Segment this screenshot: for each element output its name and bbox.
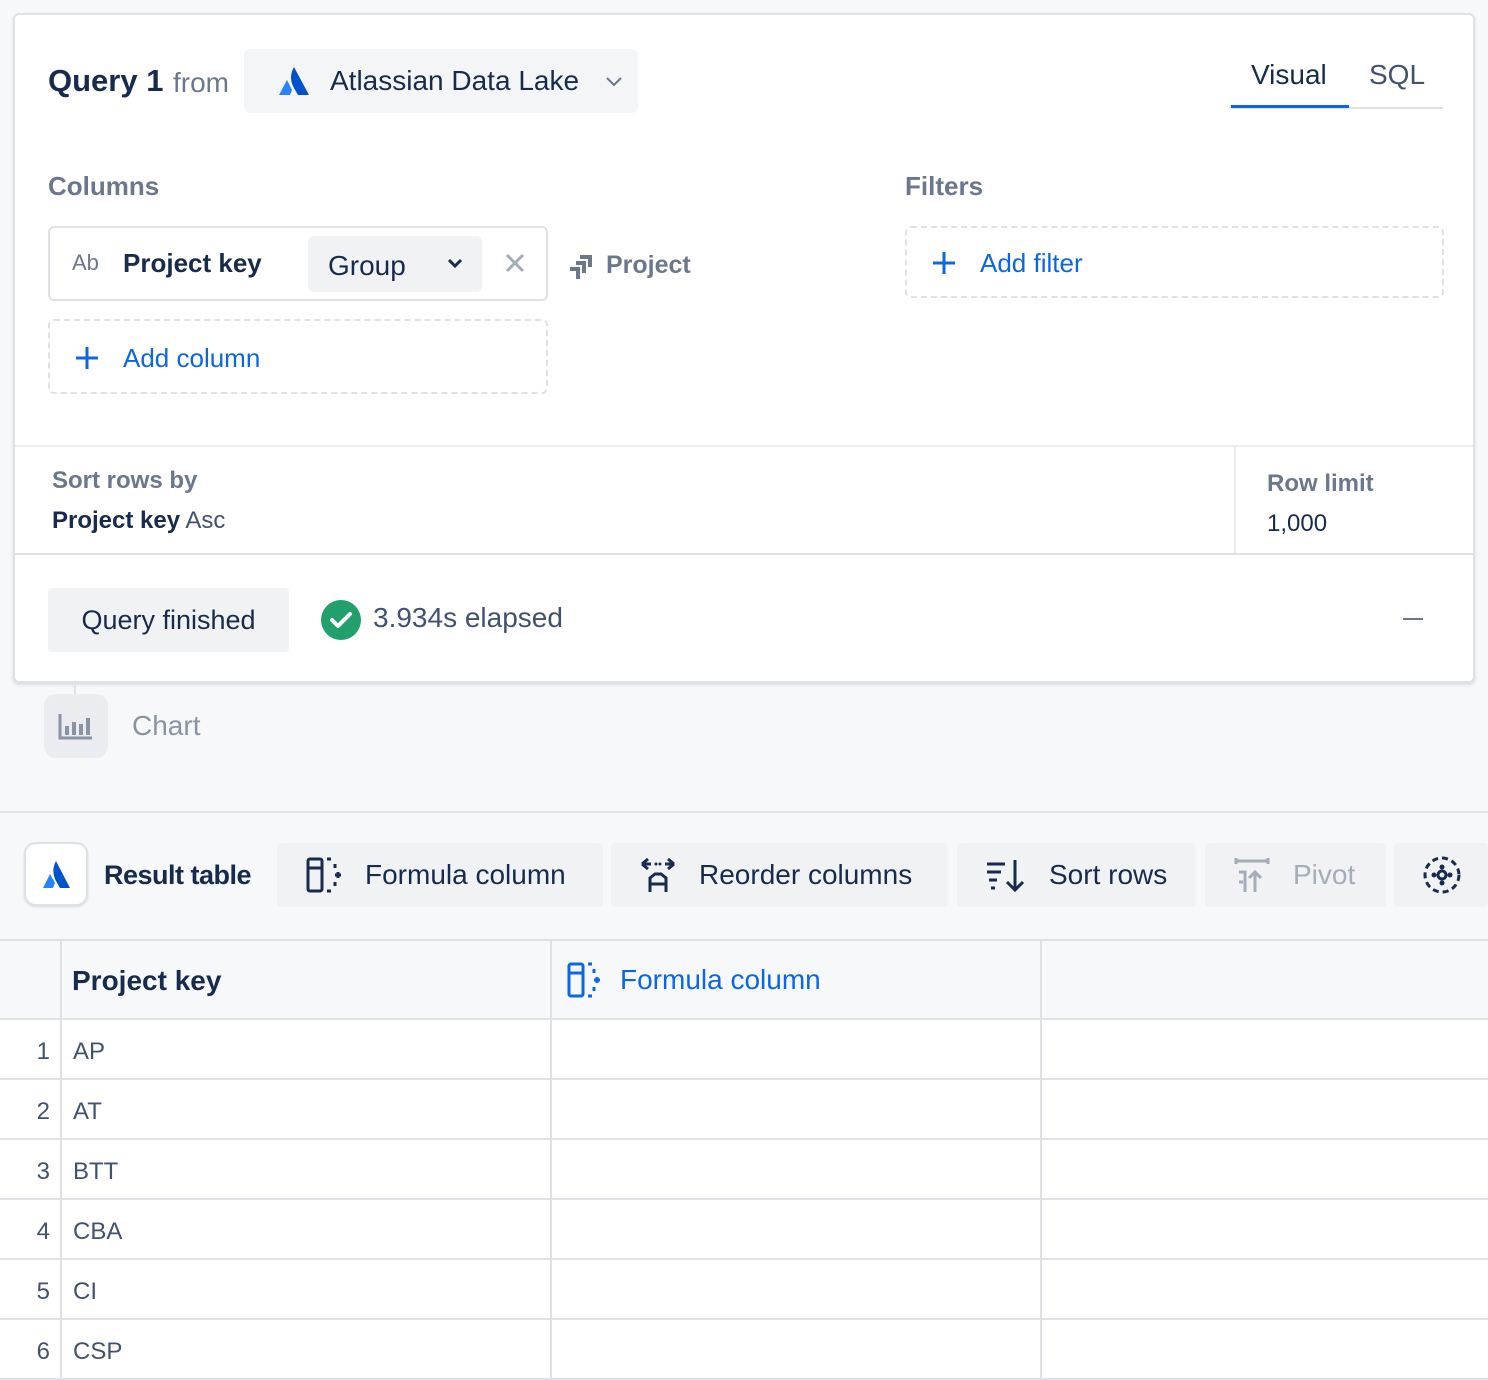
- row-number: 5: [36, 1278, 50, 1305]
- settings-cog-icon: [1423, 856, 1461, 894]
- project-key-cell[interactable]: CSP: [73, 1338, 122, 1366]
- columns-heading: Columns: [48, 171, 160, 201]
- column-divider: [60, 941, 62, 1380]
- formula-column-icon: [567, 962, 600, 998]
- result-table: Project key Formula column 1 AP 2 AT 3 BTT 4 CB…: [0, 939, 1488, 1380]
- chart-label: Chart: [132, 710, 201, 741]
- query-mode-tabs: Visual SQL: [1231, 59, 1443, 109]
- remove-column-icon[interactable]: [502, 250, 528, 276]
- row-number: 1: [36, 1038, 50, 1065]
- add-filter-button[interactable]: Add filter: [905, 226, 1444, 298]
- section-divider: [15, 445, 1473, 447]
- page-divider: [0, 811, 1488, 813]
- data-source-select[interactable]: Atlassian Data Lake: [244, 49, 638, 113]
- jira-logo-icon: [570, 254, 592, 279]
- table-row[interactable]: 5 CI: [0, 1260, 1488, 1320]
- related-project-link[interactable]: Project: [568, 251, 691, 280]
- related-project-label: Project: [606, 251, 691, 279]
- project-key-cell[interactable]: AT: [73, 1098, 102, 1126]
- section-divider: [1234, 446, 1236, 554]
- row-number: 2: [36, 1098, 50, 1125]
- table-row[interactable]: 2 AT: [0, 1080, 1488, 1140]
- column-header-project-key[interactable]: Project key: [72, 965, 221, 997]
- atlassian-logo-icon: [43, 861, 70, 888]
- sort-field: Project key: [52, 507, 181, 534]
- filters-heading: Filters: [905, 171, 984, 201]
- pivot-icon: [1234, 858, 1270, 892]
- chevron-down-icon: [447, 258, 463, 269]
- column-name: Project key: [123, 248, 262, 278]
- table-row[interactable]: 4 CBA: [0, 1200, 1488, 1260]
- add-column-button[interactable]: Add column: [48, 319, 548, 394]
- add-chart-button[interactable]: [44, 694, 108, 758]
- success-check-icon: [321, 600, 361, 640]
- pivot-label: Pivot: [1293, 859, 1356, 890]
- sort-rows-heading: Sort rows by: [52, 467, 198, 494]
- row-number: 4: [36, 1218, 50, 1245]
- elapsed-time: 3.934s elapsed: [373, 602, 563, 633]
- project-key-cell[interactable]: CBA: [73, 1218, 122, 1246]
- formula-column-label: Formula column: [365, 859, 566, 890]
- column-chip-project-key[interactable]: Ab Project key Group: [48, 226, 548, 301]
- sort-rows-value[interactable]: Project key Asc: [52, 507, 225, 535]
- row-number: 3: [36, 1158, 50, 1185]
- add-filter-label: Add filter: [980, 248, 1083, 278]
- query-title: Query 1: [48, 63, 164, 98]
- active-tab-indicator: [1231, 105, 1349, 108]
- table-header: Project key Formula column: [0, 941, 1488, 1020]
- query-from-label: from: [173, 67, 229, 98]
- reorder-columns-label: Reorder columns: [699, 859, 913, 890]
- pivot-button[interactable]: Pivot: [1205, 843, 1386, 907]
- sort-rows-label: Sort rows: [1049, 859, 1168, 890]
- project-key-cell[interactable]: AP: [73, 1038, 105, 1066]
- sort-rows-icon: [987, 860, 1025, 893]
- reorder-columns-button[interactable]: Reorder columns: [611, 843, 948, 907]
- table-row[interactable]: 1 AP: [0, 1020, 1488, 1080]
- tab-sql[interactable]: SQL: [1369, 59, 1425, 91]
- result-table-icon[interactable]: [24, 842, 88, 906]
- formula-column-icon: [306, 857, 341, 893]
- table-row[interactable]: 6 CSP: [0, 1320, 1488, 1380]
- row-limit-heading: Row limit: [1267, 470, 1374, 497]
- column-divider: [550, 941, 552, 1380]
- project-key-cell[interactable]: CI: [73, 1278, 97, 1306]
- formula-column-button[interactable]: Formula column: [277, 843, 603, 907]
- text-type-badge: Ab: [72, 250, 99, 275]
- atlassian-logo-icon: [279, 67, 309, 95]
- sort-rows-button[interactable]: Sort rows: [957, 843, 1196, 907]
- sort-direction: Asc: [185, 507, 226, 534]
- aggregation-select[interactable]: Group: [308, 236, 482, 292]
- row-number: 6: [36, 1338, 50, 1365]
- result-table-label: Result table: [104, 860, 252, 890]
- column-header-formula-column[interactable]: Formula column: [566, 961, 821, 999]
- table-row[interactable]: 3 BTT: [0, 1140, 1488, 1200]
- aggregation-label: Group: [328, 250, 406, 281]
- column-divider: [1040, 941, 1042, 1380]
- plus-icon: [76, 347, 98, 369]
- section-divider: [15, 553, 1473, 555]
- tab-visual[interactable]: Visual: [1251, 59, 1327, 91]
- query-status-badge: Query finished: [48, 588, 289, 652]
- plus-icon: [933, 252, 955, 274]
- bar-chart-icon: [58, 714, 92, 740]
- reorder-columns-icon: [641, 857, 675, 892]
- data-source-label: Atlassian Data Lake: [330, 65, 580, 96]
- project-key-cell[interactable]: BTT: [73, 1158, 118, 1186]
- add-column-label: Add column: [123, 343, 261, 373]
- more-options-button[interactable]: [1394, 843, 1488, 907]
- query-card: Query 1 from Atlassian Data Lake Visual …: [13, 13, 1475, 683]
- chevron-down-icon: [606, 77, 622, 87]
- row-limit-value[interactable]: 1,000: [1267, 510, 1327, 538]
- formula-column-header-label: Formula column: [620, 964, 821, 995]
- collapse-icon[interactable]: [1403, 618, 1423, 620]
